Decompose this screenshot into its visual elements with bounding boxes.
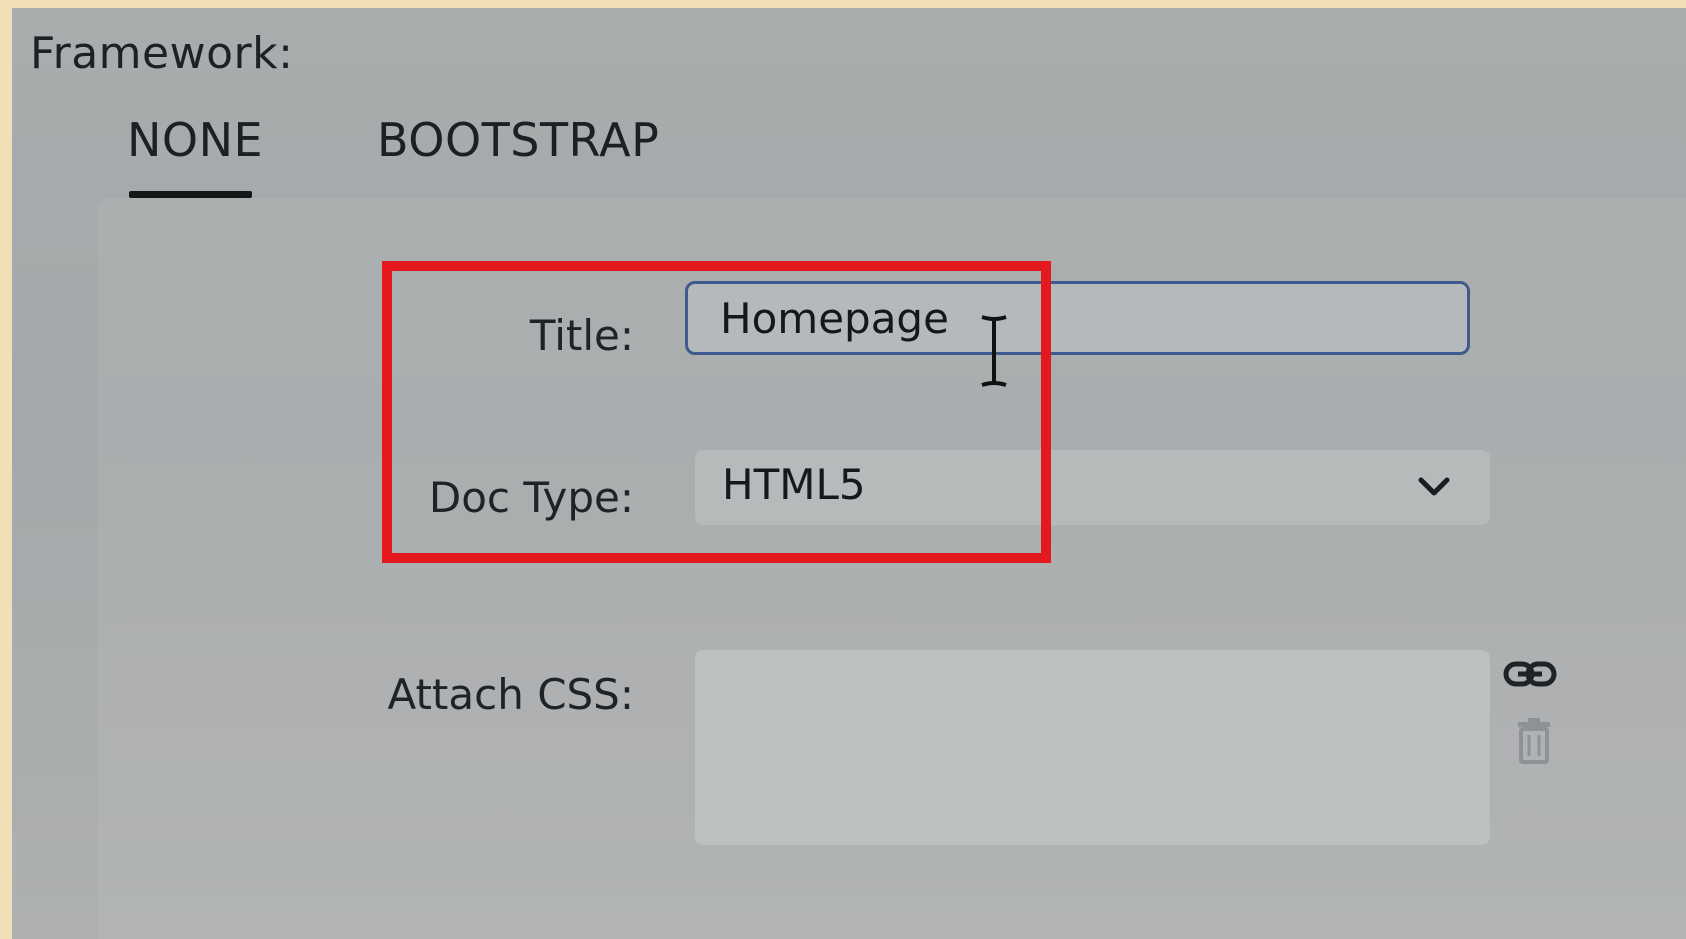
text-cursor-icon <box>981 315 1007 387</box>
framework-label: Framework: <box>30 28 294 79</box>
doc-type-select[interactable]: HTML5 <box>695 450 1490 525</box>
link-icon[interactable] <box>1502 656 1558 694</box>
doc-type-value: HTML5 <box>722 460 866 509</box>
attach-css-label: Attach CSS: <box>387 670 634 719</box>
trash-icon[interactable] <box>1514 718 1554 764</box>
doc-type-label: Doc Type: <box>428 473 634 522</box>
title-label: Title: <box>529 311 634 360</box>
tab-selected-indicator <box>129 191 252 198</box>
new-document-dialog: Framework: NONE BOOTSTRAP Title: Doc Typ… <box>12 8 1686 939</box>
tab-bootstrap[interactable]: BOOTSTRAP <box>377 113 659 167</box>
title-input[interactable] <box>685 281 1470 355</box>
tab-none[interactable]: NONE <box>127 113 263 167</box>
chevron-down-icon <box>1418 477 1450 496</box>
attach-css-list[interactable] <box>695 650 1490 845</box>
